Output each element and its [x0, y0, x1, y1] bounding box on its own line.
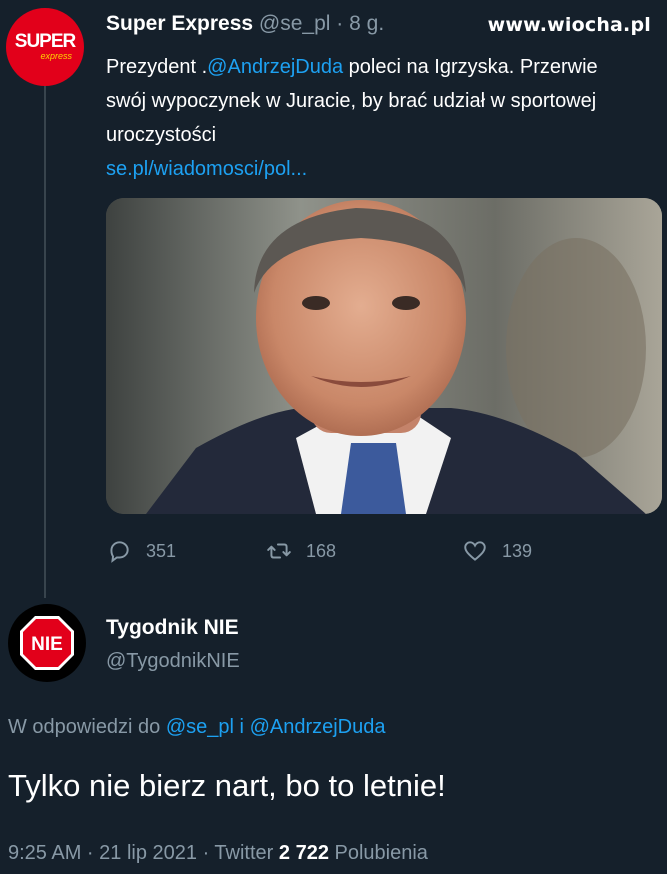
avatar-nie-text: NIE [31, 634, 63, 655]
tweet1-time[interactable]: 8 g. [349, 12, 384, 35]
stop-sign-logo: NIE [20, 616, 74, 670]
tweet2-author-name[interactable]: Tygodnik NIE [106, 616, 239, 640]
reply-action[interactable]: 351 [106, 538, 176, 564]
reply-mention-se-pl[interactable]: @se_pl [166, 716, 234, 738]
reply-mention-andrzejduda[interactable]: @AndrzejDuda [250, 716, 386, 738]
tweet1-author-name[interactable]: Super Express [106, 12, 253, 35]
tweet2-timestamp[interactable]: 9:25 AM · 21 lip 2021 · Twitter [8, 842, 273, 864]
separator-dot: · [336, 12, 344, 35]
avatar-logo-bottom: express [40, 51, 72, 61]
tygodnik-nie-avatar[interactable]: NIE [8, 604, 86, 682]
reply-joiner: i [234, 716, 250, 738]
reply-context: W odpowiedzi do @se_pl i @AndrzejDuda [8, 716, 386, 739]
reply-count: 351 [146, 540, 177, 561]
avatar-logo-top: SUPER [14, 31, 76, 52]
tweet1-handle[interactable]: @se_pl [259, 12, 331, 35]
like-action[interactable]: 139 [462, 538, 532, 564]
tweet2-text: Tylko nie bierz nart, bo to letnie! [8, 768, 446, 803]
tweet1-text: Prezydent .@AndrzejDuda poleci na Igrzys… [106, 50, 626, 186]
tweet1-text-part1: Prezydent . [106, 56, 208, 78]
likes-count[interactable]: 2 722 [279, 842, 329, 864]
portrait-image [106, 198, 662, 514]
heart-icon [464, 541, 486, 561]
retweet-icon [267, 543, 291, 559]
mention-link[interactable]: @AndrzejDuda [207, 56, 343, 78]
tweet2-handle[interactable]: @TygodnikNIE [106, 650, 240, 673]
tweet1-header: Super Express @se_pl · 8 g. [106, 12, 384, 36]
retweet-action[interactable]: 168 [266, 538, 336, 564]
like-count: 139 [502, 540, 533, 561]
tweet1-photo[interactable] [106, 198, 662, 514]
reply-prefix: W odpowiedzi do [8, 716, 166, 738]
retweet-count: 168 [306, 540, 337, 561]
article-link[interactable]: se.pl/wiadomosci/pol... [106, 158, 307, 180]
likes-label[interactable]: Polubienia [335, 842, 428, 864]
super-express-avatar[interactable]: SUPER express [6, 8, 84, 86]
tweet1-actions: 351 168 139 [106, 538, 606, 566]
tweet2-meta: 9:25 AM · 21 lip 2021 · Twitter 2 722 Po… [8, 842, 428, 865]
watermark: www.wiocha.pl [487, 14, 651, 36]
thread-line [44, 86, 46, 598]
reply-icon [110, 541, 129, 563]
